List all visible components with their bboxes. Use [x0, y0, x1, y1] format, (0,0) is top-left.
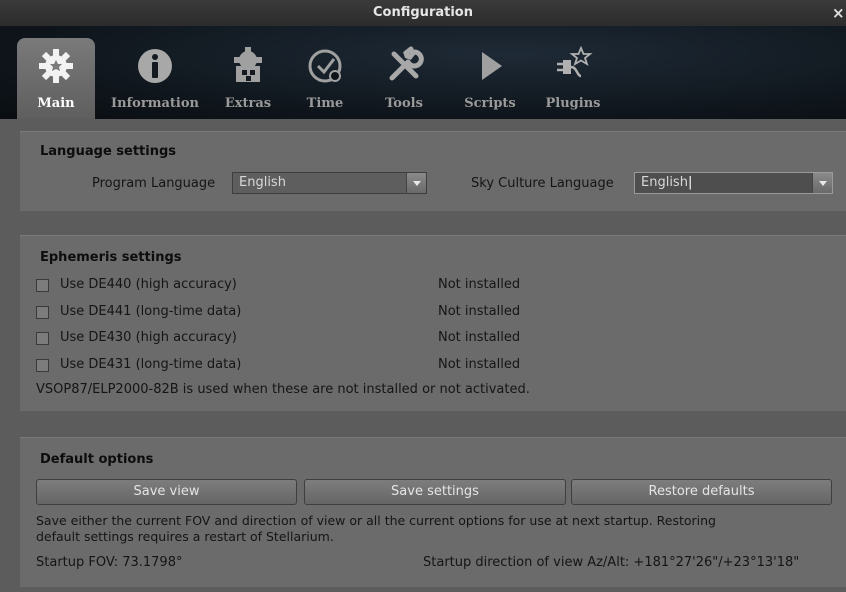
chevron-down-icon[interactable]: [812, 173, 832, 193]
de430-checkbox[interactable]: [36, 332, 49, 345]
sky-culture-language-select[interactable]: English|: [634, 172, 833, 194]
save-view-button[interactable]: Save view: [36, 479, 297, 505]
sky-culture-language-label: Sky Culture Language: [471, 176, 614, 191]
plug-star-icon: [557, 46, 593, 78]
language-settings-group: Language settings Program Language Engli…: [20, 131, 846, 211]
tab-extras[interactable]: Extras: [218, 38, 278, 120]
tab-extras-label: Extras: [224, 96, 272, 111]
de430-status: Not installed: [438, 330, 521, 345]
tab-time[interactable]: Time: [296, 38, 354, 120]
tab-main-label: Main: [37, 96, 75, 111]
de440-status: Not installed: [438, 277, 521, 292]
ephemeris-settings-group: Ephemeris settings Use DE440 (high accur…: [20, 235, 846, 411]
default-options-description-line2: default settings requires a restart of S…: [36, 529, 334, 544]
ephemeris-settings-title: Ephemeris settings: [40, 250, 182, 265]
tab-tools-label: Tools: [385, 96, 423, 111]
de431-checkbox[interactable]: [36, 359, 49, 372]
startup-direction: Startup direction of view Az/Alt: +181°2…: [423, 555, 800, 570]
de440-label[interactable]: Use DE440 (high accuracy): [60, 277, 237, 292]
tab-scripts[interactable]: Scripts: [457, 38, 523, 120]
de441-label[interactable]: Use DE441 (long-time data): [60, 304, 241, 319]
de431-label[interactable]: Use DE431 (long-time data): [60, 357, 241, 372]
de441-checkbox[interactable]: [36, 306, 49, 319]
save-settings-button[interactable]: Save settings: [304, 479, 566, 505]
program-language-value: English: [239, 175, 286, 190]
close-button[interactable]: ×: [832, 0, 846, 26]
tab-scripts-label: Scripts: [464, 96, 516, 111]
startup-fov: Startup FOV: 73.1798°: [36, 555, 183, 570]
info-icon: [138, 49, 172, 83]
default-options-group: Default options Save view Save settings …: [20, 437, 846, 587]
clock-icon: [308, 49, 342, 83]
tab-toolbar: Main Information Extras Time Tools Scrip…: [0, 26, 846, 120]
title-bar[interactable]: Configuration ×: [0, 0, 846, 26]
tab-tools[interactable]: Tools: [375, 38, 433, 120]
main-tab-content: Language settings Program Language Engli…: [0, 119, 846, 592]
tab-information[interactable]: Information: [105, 38, 205, 120]
play-icon: [482, 52, 502, 80]
program-language-label: Program Language: [92, 176, 216, 191]
tab-plugins[interactable]: Plugins: [538, 38, 608, 120]
tab-information-label: Information: [111, 96, 199, 111]
window-title: Configuration: [373, 5, 473, 20]
tab-plugins-label: Plugins: [545, 96, 601, 111]
language-settings-title: Language settings: [40, 144, 177, 159]
default-options-description-line1: Save either the current FOV and directio…: [36, 513, 716, 528]
chevron-down-icon[interactable]: [406, 173, 426, 193]
gear-icon: [39, 49, 73, 83]
puzzle-gear-icon: [234, 47, 262, 82]
program-language-select[interactable]: English: [232, 172, 427, 194]
sky-culture-language-value: English: [641, 175, 688, 190]
de440-checkbox[interactable]: [36, 279, 49, 292]
tab-time-label: Time: [306, 96, 344, 111]
de441-status: Not installed: [438, 304, 521, 319]
configuration-window: Configuration × Main Information Extras …: [0, 0, 846, 592]
default-options-title: Default options: [40, 452, 154, 467]
de430-label[interactable]: Use DE430 (high accuracy): [60, 330, 237, 345]
wrench-screwdriver-icon: [389, 46, 424, 81]
ephemeris-note: VSOP87/ELP2000-82B is used when these ar…: [36, 382, 530, 397]
tab-main[interactable]: Main: [17, 38, 95, 120]
de431-status: Not installed: [438, 357, 521, 372]
restore-defaults-button[interactable]: Restore defaults: [571, 479, 832, 505]
